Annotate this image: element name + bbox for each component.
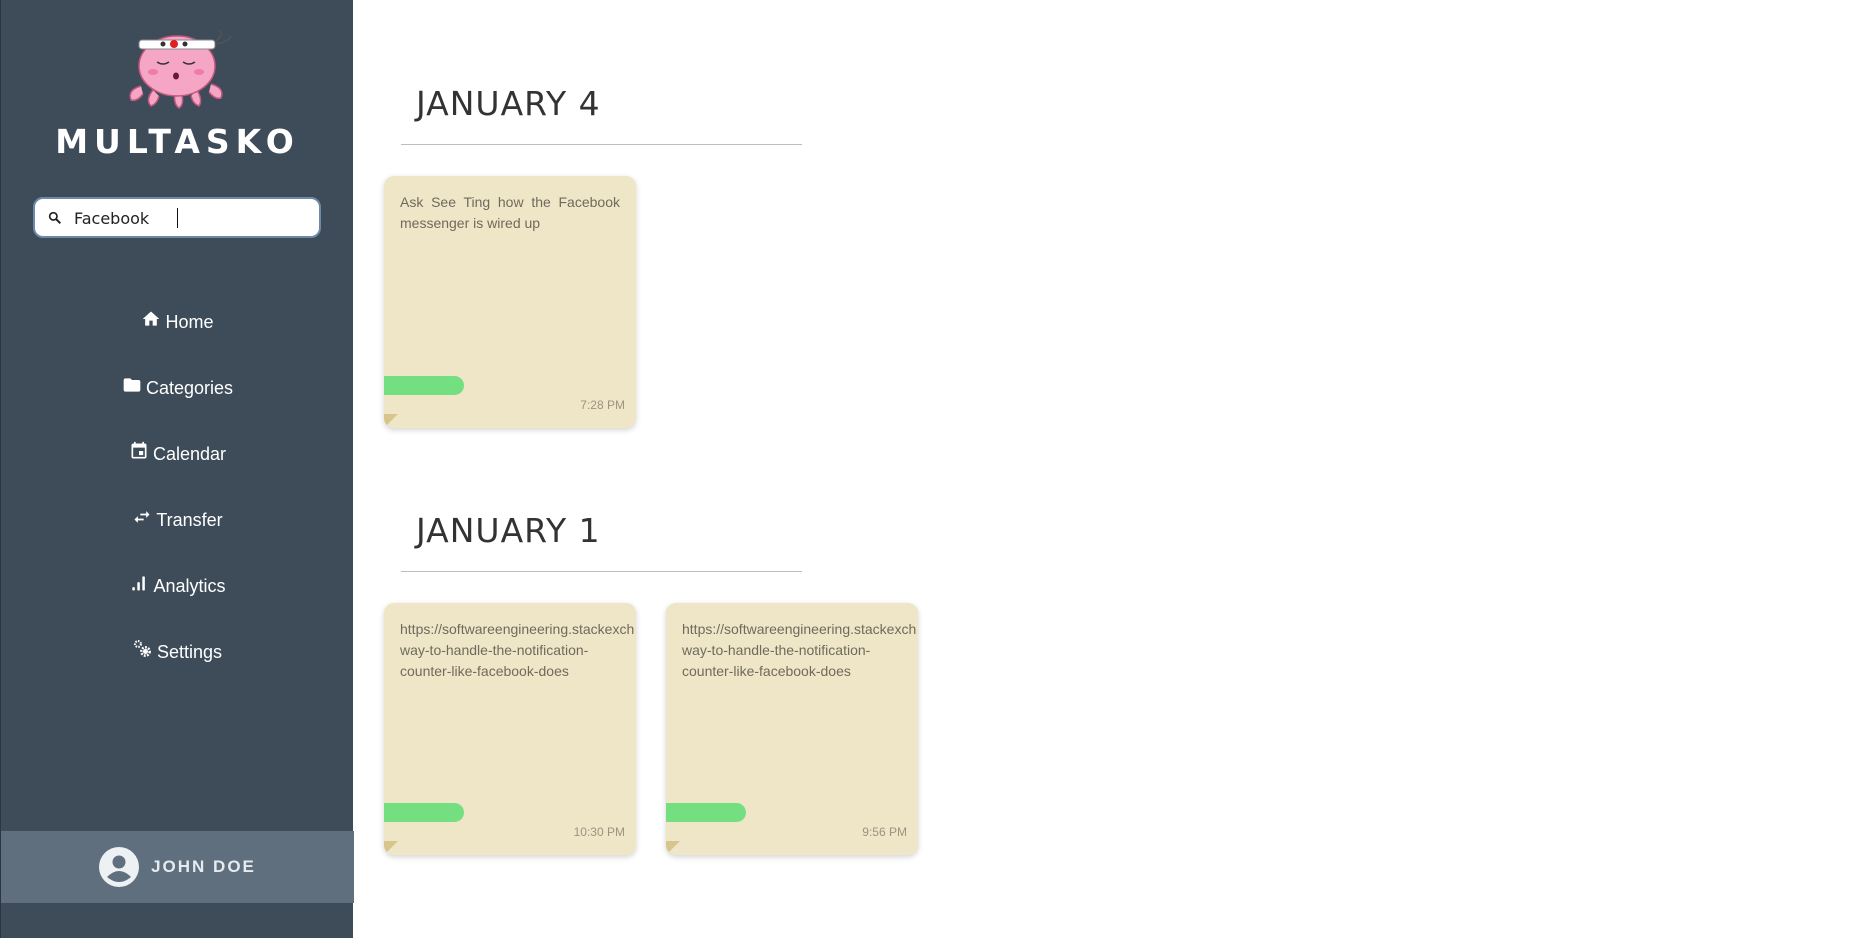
category-tag[interactable] [384,803,464,822]
user-profile[interactable]: JOHN DOE [1,831,354,903]
note-corner-fold [384,841,398,855]
nav-label-transfer: Transfer [156,509,223,530]
note-corner-fold [666,841,680,855]
nav-label-settings: Settings [156,641,223,662]
account-circle-icon [99,847,140,887]
octopus-logo [129,29,232,109]
analytics-icon [132,576,146,591]
note-text: https://softwareengineering.stackexch wa… [400,621,635,679]
note-text: Ask See Ting how the Facebook messenger … [400,194,620,231]
nav-item-home[interactable]: Home [1,302,354,342]
search-input[interactable] [74,207,309,229]
divider [401,571,802,572]
sidebar: MULTASKO Home Categories Calendar Transf… [0,0,354,938]
calendar-icon [131,441,147,459]
nav-label-home: Home [165,311,214,332]
note-time: 9:56 PM [862,825,907,839]
category-tag[interactable] [384,376,464,395]
nav-item-categories[interactable]: Categories [1,368,354,408]
app-title: MULTASKO [55,122,300,161]
nav-item-calendar[interactable]: Calendar [1,434,354,474]
gears-icon [134,640,151,657]
note-card[interactable]: https://softwareengineering.stackexch wa… [384,603,636,855]
note-time: 7:28 PM [580,398,625,412]
divider [401,144,802,145]
search-icon [48,211,62,225]
home-icon [143,311,160,326]
note-card[interactable]: https://softwareengineering.stackexch wa… [666,603,918,855]
nav-item-transfer[interactable]: Transfer [1,500,354,540]
transfer-icon [134,511,150,523]
main-content: JANUARY 4 Ask See Ting how the Facebook … [353,0,1851,938]
note-text: https://softwareengineering.stackexch wa… [682,621,917,679]
nav-item-analytics[interactable]: Analytics [1,566,354,606]
note-time: 10:30 PM [573,825,625,839]
nav-label-categories: Categories [145,377,234,398]
date-heading: JANUARY 4 [416,84,601,123]
search-box[interactable] [33,197,321,238]
note-corner-fold [384,414,398,428]
category-tag[interactable] [666,803,746,822]
folder-icon [123,378,141,392]
nav-label-analytics: Analytics [153,575,226,596]
user-name: JOHN DOE [151,857,256,876]
date-heading: JANUARY 1 [416,511,601,550]
nav-label-calendar: Calendar [152,443,227,464]
nav-item-settings[interactable]: Settings [1,632,354,672]
text-caret [177,208,178,228]
note-card[interactable]: Ask See Ting how the Facebook messenger … [384,176,636,428]
